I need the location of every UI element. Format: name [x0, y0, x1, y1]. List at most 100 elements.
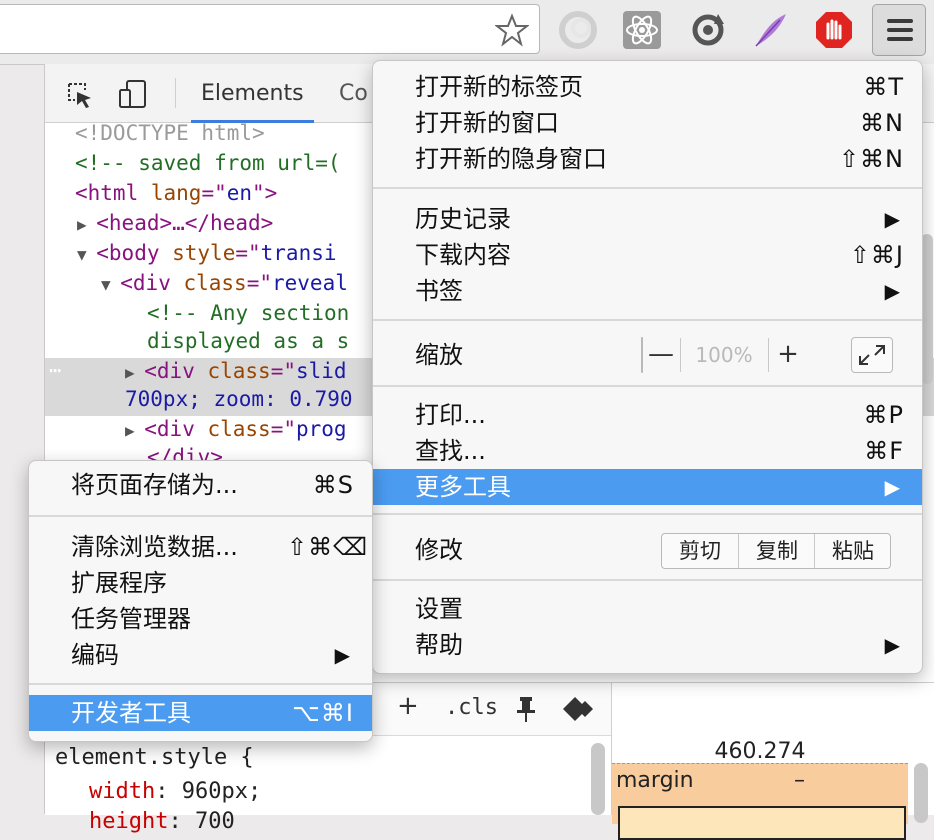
collapse-triangle-icon[interactable]: ▼ — [77, 245, 96, 264]
menu-label: 历史记录 — [415, 205, 511, 233]
menu-label: 打开新的隐身窗口 — [415, 145, 607, 173]
menu-item-downloads[interactable]: 下载内容 ⇧⌘J — [373, 237, 922, 273]
div-progress-node[interactable]: ▶ <div class="prog — [125, 414, 347, 444]
sync-refresh-icon[interactable] — [688, 10, 728, 50]
device-mode-icon[interactable] — [117, 78, 149, 110]
zoom-out-button[interactable]: — — [642, 338, 681, 372]
property-value: 700 — [194, 809, 235, 834]
expand-triangle-icon[interactable]: ▶ — [125, 421, 144, 440]
tag-text: <head>…</head> — [96, 211, 274, 235]
value-text: en — [226, 181, 253, 205]
menu-item-developer-tools[interactable]: 开发者工具 ⌥⌘I — [29, 695, 372, 731]
new-style-rule-button[interactable]: + — [397, 691, 419, 721]
style-property-width[interactable]: width: 960px; — [89, 779, 261, 804]
menu-shortcut: ⇧⌘⌫ — [286, 533, 368, 561]
submenu-arrow-icon: ▶ — [884, 633, 900, 657]
menu-label: 查找... — [415, 437, 486, 465]
property-value: 960px; — [181, 779, 262, 804]
box-model-scrollbar[interactable] — [914, 763, 928, 823]
hamburger-icon — [887, 19, 913, 23]
menu-shortcut: ⌘N — [860, 109, 904, 137]
react-devtools-icon[interactable] — [622, 10, 662, 50]
fullscreen-icon — [859, 345, 885, 365]
menu-shortcut: ⇧⌘J — [849, 241, 904, 269]
menu-separator — [29, 515, 372, 517]
menu-label: 设置 — [415, 595, 463, 623]
cls-toggle-button[interactable]: .cls — [445, 695, 498, 720]
eq-text: =" — [201, 181, 227, 205]
collapse-triangle-icon[interactable]: ▼ — [101, 275, 120, 294]
menu-item-clear-data[interactable]: 清除浏览数据... ⇧⌘⌫ — [29, 529, 372, 565]
menu-item-extensions[interactable]: 扩展程序 — [29, 565, 372, 601]
cut-button[interactable]: 剪切 — [662, 534, 738, 568]
more-tools-submenu: 将页面存储为... ⌘S 清除浏览数据... ⇧⌘⌫ 扩展程序 任务管理器 编码 ▶ … — [28, 460, 373, 742]
menu-item-new-window[interactable]: 打开新的窗口 ⌘N — [373, 105, 922, 141]
menu-item-history[interactable]: 历史记录 ▶ — [373, 201, 922, 237]
eq-text: =" — [270, 417, 296, 441]
menu-item-print[interactable]: 打印... ⌘P — [373, 397, 922, 433]
address-bar[interactable] — [0, 4, 540, 54]
menu-item-bookmarks[interactable]: 书签 ▶ — [373, 273, 922, 309]
attr-text: class — [207, 417, 271, 441]
chrome-menu-button[interactable] — [872, 4, 926, 56]
property-name: width — [89, 779, 156, 804]
copy-button[interactable]: 复制 — [738, 534, 815, 568]
menu-item-new-incognito[interactable]: 打开新的隐身窗口 ⇧⌘N — [373, 141, 922, 177]
end-text: "> — [252, 181, 278, 205]
html-node[interactable]: <html lang="en"> — [75, 178, 277, 208]
menu-item-task-manager[interactable]: 任务管理器 — [29, 601, 372, 637]
property-name: height — [89, 809, 169, 834]
inspect-element-icon[interactable] — [65, 80, 95, 110]
paste-button[interactable]: 粘贴 — [814, 534, 891, 568]
comment-node[interactable]: <!-- saved from url=( — [75, 148, 341, 178]
head-node[interactable]: ▶ <head>…</head> — [77, 208, 273, 238]
feather-pen-icon[interactable] — [750, 10, 790, 50]
style-property-height[interactable]: height: 700 — [89, 809, 235, 834]
box-model-pane: 460.274 margin – — [611, 682, 934, 840]
body-node[interactable]: ▼ <body style="transi — [77, 238, 337, 268]
submenu-arrow-icon: ▶ — [884, 279, 900, 303]
menu-label: 任务管理器 — [71, 605, 191, 633]
menu-item-encoding[interactable]: 编码 ▶ — [29, 637, 372, 673]
fullscreen-button[interactable] — [851, 337, 893, 373]
comment-node-cont: displayed as a s — [147, 329, 350, 353]
menu-label: 打印... — [415, 401, 486, 429]
doctype-node[interactable]: <!DOCTYPE html> — [75, 118, 265, 148]
menu-separator — [373, 187, 922, 189]
menu-shortcut: ⌘S — [312, 471, 354, 499]
pin-icon[interactable] — [513, 695, 539, 723]
menu-label: 下载内容 — [415, 241, 511, 269]
styles-scrollbar[interactable] — [591, 743, 605, 815]
tab-console[interactable]: Co — [339, 64, 368, 120]
expand-triangle-icon[interactable]: ▶ — [125, 363, 144, 382]
menu-item-more-tools[interactable]: 更多工具 ▶ — [373, 469, 922, 505]
menu-item-settings[interactable]: 设置 — [373, 591, 922, 627]
tab-elements[interactable]: Elements — [191, 64, 314, 123]
style-selector[interactable]: element.style { — [55, 745, 254, 770]
bookmark-star-icon[interactable] — [495, 13, 529, 47]
menu-item-save-page[interactable]: 将页面存储为... ⌘S — [29, 467, 372, 503]
margin-value[interactable]: – — [794, 768, 805, 793]
extension-swirl-icon[interactable] — [558, 10, 598, 50]
tag-text: <div — [144, 417, 208, 441]
menu-label: 更多工具 — [415, 473, 511, 501]
menu-separator — [373, 513, 922, 515]
menu-separator — [373, 319, 922, 321]
menu-label: 清除浏览数据... — [71, 533, 238, 561]
div-reveal-node[interactable]: ▼ <div class="reveal — [101, 268, 348, 298]
menu-item-help[interactable]: 帮助 ▶ — [373, 627, 922, 663]
adblock-stop-icon[interactable] — [814, 10, 854, 50]
element-state-icon[interactable] — [563, 695, 597, 723]
expand-triangle-icon[interactable]: ▶ — [77, 215, 96, 234]
div-slides-node[interactable]: ▶ <div class="slid — [125, 356, 347, 386]
node-menu-dots[interactable]: ⋯ — [49, 358, 61, 382]
chrome-main-menu: 打开新的标签页 ⌘T 打开新的窗口 ⌘N 打开新的隐身窗口 ⇧⌘N 历史记录 ▶ 下载内… — [372, 60, 923, 674]
tag-text: <div — [120, 271, 184, 295]
menu-item-find[interactable]: 查找... ⌘F — [373, 433, 922, 469]
submenu-arrow-icon: ▶ — [884, 475, 900, 499]
menu-item-new-tab[interactable]: 打开新的标签页 ⌘T — [373, 69, 922, 105]
eq-text: =" — [246, 271, 272, 295]
comment-node[interactable]: <!-- Any section — [147, 298, 349, 328]
menu-label: 将页面存储为... — [71, 471, 238, 499]
zoom-in-button[interactable]: + — [768, 338, 807, 372]
